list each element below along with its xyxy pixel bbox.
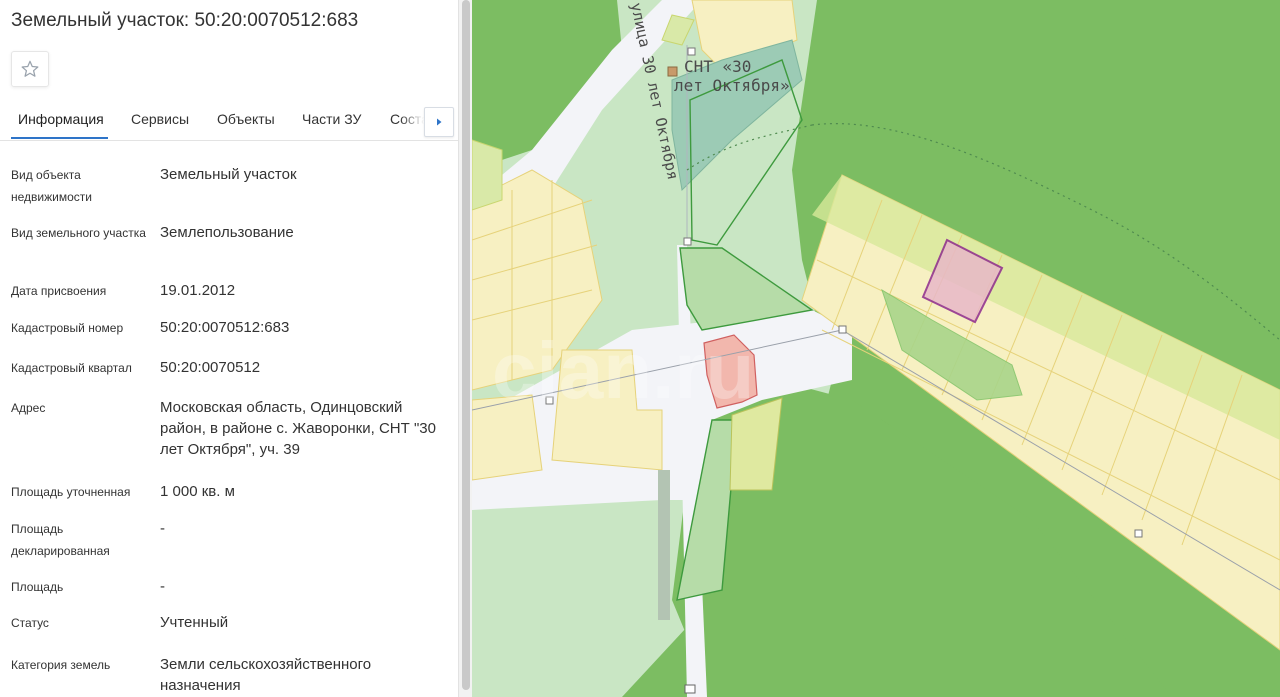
favorite-button[interactable] <box>11 51 49 87</box>
tab-parts[interactable]: Части ЗУ <box>302 111 361 127</box>
row-label: Статус <box>11 616 49 630</box>
tabs-next-button[interactable] <box>424 107 454 137</box>
row-value: Землепользование <box>160 224 294 241</box>
row-value: 19.01.2012 <box>160 282 236 299</box>
row-value: - <box>160 578 165 595</box>
row-label: Адрес <box>11 401 46 415</box>
chevron-right-icon <box>437 118 442 126</box>
row-label: Вид земельного участка <box>11 226 146 240</box>
snt-label-line2: лет Октября» <box>674 76 790 95</box>
row-label: Категория земель <box>11 658 111 672</box>
row-label: Кадастровый квартал <box>11 361 132 375</box>
tab-objects[interactable]: Объекты <box>217 111 275 127</box>
row-value: 50:20:0070512 <box>160 359 261 376</box>
panel-scrollbar[interactable] <box>458 0 473 697</box>
row-value: Московская область, Одинцовский район, в… <box>160 399 436 458</box>
row-label: Вид объекта недвижимости <box>11 168 92 204</box>
tab-bar: Информация Сервисы Объекты Части ЗУ Сост… <box>0 100 458 141</box>
row-value: 50:20:0070512:683 <box>160 319 290 336</box>
page-title: Земельный участок: 50:20:0070512:683 <box>11 10 359 31</box>
tab-services[interactable]: Сервисы <box>131 111 189 127</box>
map-canvas[interactable]: улица 30 лет Октября СНТ «30 лет Октября… <box>472 0 1280 697</box>
row-label: Площадь <box>11 580 64 594</box>
row-value: - <box>160 520 165 537</box>
cadastral-map[interactable]: улица 30 лет Октября СНТ «30 лет Октября… <box>472 0 1280 697</box>
row-value: Учтенный <box>160 614 229 631</box>
row-label: Дата присвоения <box>11 284 107 298</box>
row-label: Кадастровый номер <box>11 321 124 335</box>
info-panel: Земельный участок: 50:20:0070512:683 Инф… <box>0 0 458 697</box>
row-label: Площадь декларированная <box>11 522 110 558</box>
star-icon <box>21 60 39 77</box>
tabs-fade <box>400 103 424 137</box>
snt-label-line1: СНТ «30 <box>684 57 751 76</box>
row-value: 1 000 кв. м <box>160 483 235 500</box>
row-label: Площадь уточненная <box>11 485 131 499</box>
tab-information[interactable]: Информация <box>18 111 104 127</box>
active-tab-indicator <box>11 137 108 139</box>
watermark: cian.ru <box>492 326 754 415</box>
scrollbar-thumb[interactable] <box>462 0 470 690</box>
row-value: Земельный участок <box>160 166 297 183</box>
row-value: Земли сельскохозяйственного назначения <box>160 656 372 694</box>
